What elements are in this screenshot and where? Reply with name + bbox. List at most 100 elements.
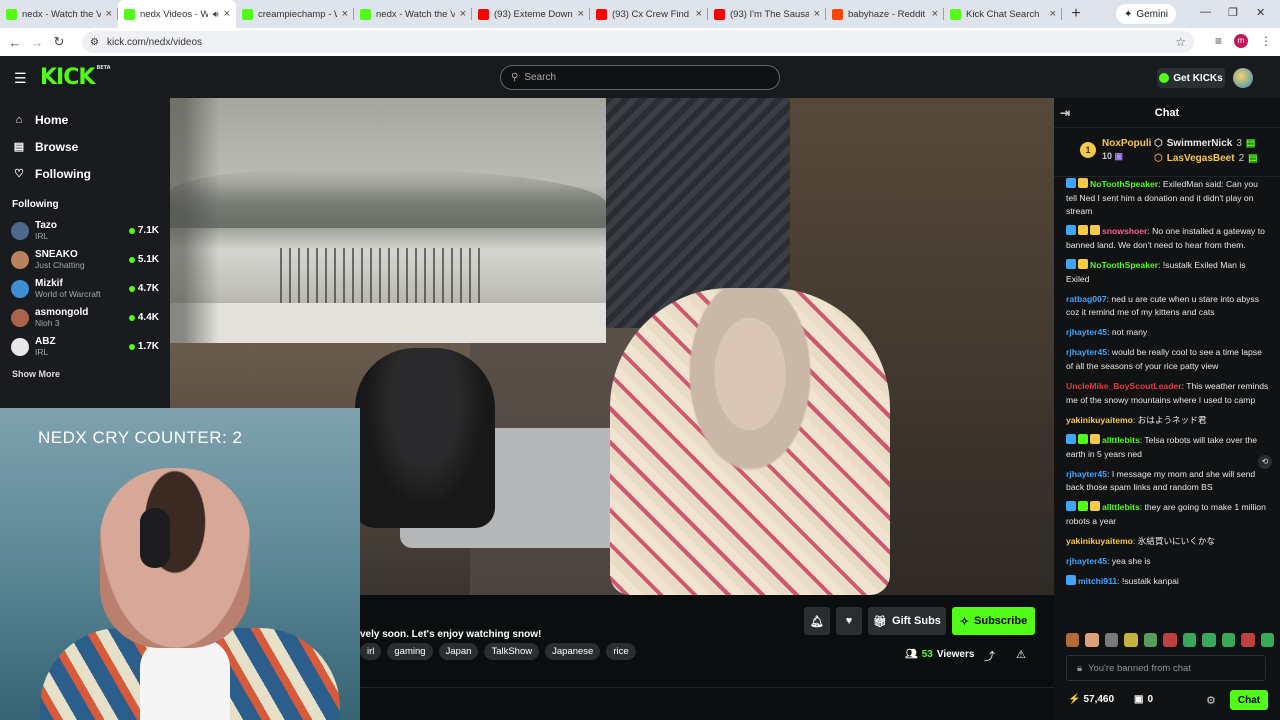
minimize-icon[interactable]: — bbox=[1200, 6, 1211, 18]
tab-title: (93) I'm The Sausag bbox=[730, 8, 809, 20]
chat-send-button[interactable]: Chat bbox=[1230, 690, 1268, 710]
following-channel[interactable]: Tazo IRL 7.1K bbox=[0, 216, 170, 245]
tab-close-icon[interactable]: × bbox=[224, 8, 230, 20]
maximize-icon[interactable]: ❐ bbox=[1228, 6, 1238, 19]
emote-icon[interactable] bbox=[1066, 633, 1080, 647]
profile-avatar[interactable]: m bbox=[1234, 34, 1248, 48]
tab-close-icon[interactable]: × bbox=[106, 8, 112, 20]
emote-icon[interactable] bbox=[1163, 633, 1177, 647]
emote-icon[interactable] bbox=[1124, 633, 1138, 647]
gift-subs-button[interactable]: 🎁︎ Gift Subs bbox=[868, 607, 946, 635]
forward-icon[interactable]: → bbox=[26, 35, 48, 50]
chat-username[interactable]: rjhayter45 bbox=[1066, 556, 1107, 566]
scroll-to-bottom-icon[interactable]: ⟲ bbox=[1258, 455, 1272, 469]
emote-icon[interactable] bbox=[1085, 633, 1099, 647]
chat-username[interactable]: mitchi911 bbox=[1078, 576, 1117, 586]
chat-username[interactable]: ratbag007 bbox=[1066, 294, 1107, 304]
emote-icon[interactable] bbox=[1202, 633, 1216, 647]
tab-audio-icon[interactable]: 🔊︎ bbox=[213, 9, 219, 20]
tab-close-icon[interactable]: × bbox=[814, 8, 820, 20]
chat-username[interactable]: allttlebits bbox=[1102, 435, 1140, 445]
tab-close-icon[interactable]: × bbox=[696, 8, 702, 20]
nav-home[interactable]: ⌂ Home bbox=[0, 106, 170, 133]
chat-username[interactable]: NoToothSpeaker bbox=[1090, 260, 1158, 270]
browser-tab[interactable]: nedx - Watch the V × bbox=[0, 0, 118, 28]
bookmark-star-icon[interactable]: ☆ bbox=[1175, 35, 1186, 49]
share-icon[interactable]: ⤴ bbox=[984, 648, 995, 664]
emote-icon[interactable] bbox=[1221, 633, 1236, 647]
url-field[interactable]: ⚙ kick.com/nedx/videos ☆ bbox=[82, 31, 1194, 53]
emote-icon[interactable] bbox=[1241, 633, 1255, 647]
stream-tag[interactable]: Japanese bbox=[545, 643, 601, 660]
tab-close-icon[interactable]: × bbox=[342, 8, 348, 20]
following-section-title: Following bbox=[12, 199, 59, 210]
get-kicks-button[interactable]: Get KICKs bbox=[1157, 68, 1225, 88]
browser-tab[interactable]: creampiechamp - W × bbox=[236, 0, 354, 28]
search-input[interactable]: ⚲ Search bbox=[500, 65, 780, 90]
stream-tag[interactable]: irl bbox=[360, 643, 382, 660]
kick-logo[interactable]: KICK BETA bbox=[40, 65, 111, 90]
notification-bell-button[interactable]: 🔔︎ bbox=[804, 607, 830, 635]
chat-username[interactable]: rjhayter45 bbox=[1066, 347, 1107, 357]
logo-beta: BETA bbox=[96, 65, 111, 71]
back-icon[interactable]: ← bbox=[4, 35, 26, 50]
show-more-link[interactable]: Show More bbox=[0, 361, 170, 387]
user-badge-icon bbox=[1078, 258, 1088, 269]
reload-icon[interactable]: ↻ bbox=[48, 34, 70, 50]
new-tab-icon[interactable]: + bbox=[1062, 5, 1090, 23]
follow-heart-button[interactable]: ♥ bbox=[836, 607, 862, 635]
drops-counter[interactable]: ▣ 0 bbox=[1134, 694, 1153, 705]
chat-username[interactable]: yakinikuyaitemo bbox=[1066, 415, 1133, 425]
stream-tag[interactable]: gaming bbox=[387, 643, 433, 660]
tab-close-icon[interactable]: × bbox=[578, 8, 584, 20]
subscribe-button[interactable]: ✧ Subscribe bbox=[952, 607, 1035, 635]
tab-close-icon[interactable]: × bbox=[932, 8, 938, 20]
browser-tab[interactable]: (93) I'm The Sausag × bbox=[708, 0, 826, 28]
browser-tab[interactable]: (93) Cx Crew Find a × bbox=[590, 0, 708, 28]
collapse-chat-icon[interactable]: ⇥ bbox=[1060, 106, 1070, 120]
browser-tab[interactable]: (93) Exteme Downh × bbox=[472, 0, 590, 28]
nav-following[interactable]: ♡ Following bbox=[0, 160, 170, 187]
channel-avatar bbox=[11, 279, 29, 298]
emote-icon[interactable] bbox=[1104, 633, 1119, 647]
following-channel[interactable]: Mizkif World of Warcraft 4.7K bbox=[0, 274, 170, 303]
channel-category: Just Chatting bbox=[35, 259, 85, 270]
chat-username[interactable]: snowshoer bbox=[1102, 226, 1147, 236]
leader-third[interactable]: ⬡ LasVegasBeet 2 ▤ bbox=[1154, 151, 1258, 166]
following-channel[interactable]: SNEAKO Just Chatting 5.1K bbox=[0, 245, 170, 274]
browser-tab[interactable]: nedx - Watch the V × bbox=[354, 0, 472, 28]
browser-tab[interactable]: Kick Chat Search × bbox=[944, 0, 1062, 28]
media-controls-icon[interactable]: ≡ bbox=[1215, 34, 1222, 48]
stream-tag[interactable]: Japan bbox=[438, 643, 479, 660]
leader-second[interactable]: ⬡ SwimmerNick 3 ▤ bbox=[1154, 136, 1258, 151]
stream-tag[interactable]: TalkShow bbox=[484, 643, 540, 660]
user-avatar[interactable] bbox=[1233, 68, 1253, 88]
tab-close-icon[interactable]: × bbox=[460, 8, 466, 20]
chat-settings-icon[interactable]: ⚙ bbox=[1206, 694, 1216, 707]
report-icon[interactable]: ⚠ bbox=[1016, 648, 1026, 661]
emote-icon[interactable] bbox=[1260, 633, 1274, 647]
close-window-icon[interactable]: ✕ bbox=[1256, 6, 1265, 19]
following-channel[interactable]: ABZ IRL 1.7K bbox=[0, 332, 170, 361]
emote-icon[interactable] bbox=[1182, 633, 1197, 647]
chat-username[interactable]: NoToothSpeaker bbox=[1090, 179, 1158, 189]
browser-tab[interactable]: babyhaze - Reddit × bbox=[826, 0, 944, 28]
site-info-icon[interactable]: ⚙ bbox=[90, 37, 99, 48]
nav-browse[interactable]: ▤ Browse bbox=[0, 133, 170, 160]
browser-menu-icon[interactable]: ⋮ bbox=[1260, 34, 1272, 48]
chat-username[interactable]: rjhayter45 bbox=[1066, 327, 1107, 337]
emote-icon[interactable] bbox=[1143, 633, 1158, 647]
chat-username[interactable]: allttlebits bbox=[1102, 502, 1140, 512]
browser-tab[interactable]: nedx Videos - W 🔊︎ × bbox=[118, 0, 236, 28]
tab-close-icon[interactable]: × bbox=[1050, 8, 1056, 20]
nav-home-label: Home bbox=[35, 112, 69, 127]
chat-username[interactable]: rjhayter45 bbox=[1066, 469, 1107, 479]
chat-username[interactable]: yakinikuyaitemo bbox=[1066, 536, 1133, 546]
chat-username[interactable]: UncleMike_BoyScoutLeader bbox=[1066, 381, 1182, 391]
channel-points[interactable]: ⚡ 57,460 bbox=[1068, 694, 1114, 705]
gemini-button[interactable]: ✦ Gemini bbox=[1116, 4, 1176, 24]
leader-first[interactable]: NoxPopuli 10 ▣ bbox=[1102, 138, 1151, 162]
menu-icon[interactable]: ☰ bbox=[14, 70, 27, 87]
stream-tag[interactable]: rice bbox=[606, 643, 636, 660]
following-channel[interactable]: asmongold Nioh 3 4.4K bbox=[0, 303, 170, 332]
